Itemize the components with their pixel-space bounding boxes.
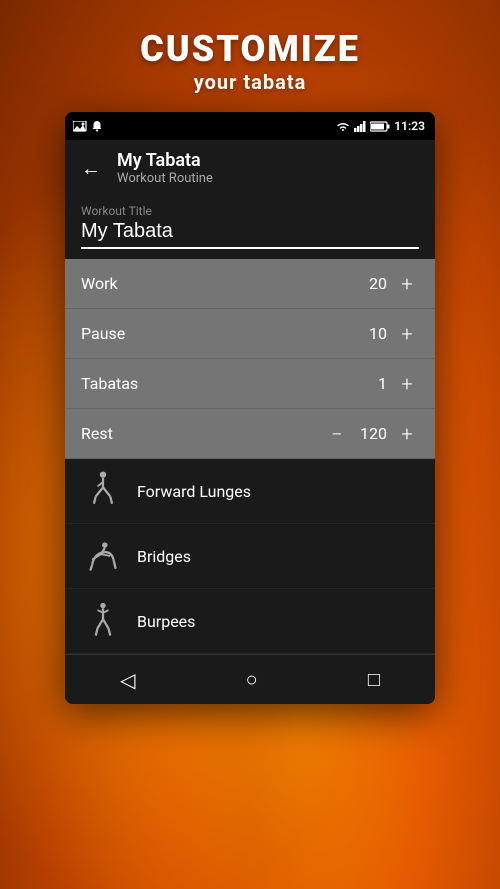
status-left-icons — [73, 120, 102, 132]
signal-icon — [354, 121, 366, 132]
pause-controls: 10 + — [357, 322, 419, 346]
work-value: 20 — [357, 274, 387, 293]
back-nav-button[interactable]: ◁ — [100, 660, 155, 700]
bridge-icon — [81, 534, 125, 578]
tabatas-value: 1 — [357, 374, 387, 393]
recents-nav-button[interactable]: □ — [348, 659, 400, 700]
burpee-icon — [81, 599, 125, 643]
work-setting-row: Work 20 + — [65, 259, 435, 309]
status-right-icons: 11:23 — [336, 119, 425, 133]
work-plus-button[interactable]: + — [395, 272, 419, 296]
hero-section: CUSTOMIZE your tabata — [0, 0, 500, 94]
settings-section: Work 20 + Pause 10 + Tabatas 1 + Rest − — [65, 259, 435, 459]
time-display: 11:23 — [394, 119, 425, 133]
lunge-icon — [81, 469, 125, 513]
work-controls: 20 + — [357, 272, 419, 296]
phone-frame: 11:23 ← My Tabata Workout Routine Workou… — [65, 112, 435, 704]
workout-title-input[interactable] — [81, 220, 419, 249]
image-status-icon — [73, 121, 87, 132]
tabatas-plus-button[interactable]: + — [395, 372, 419, 396]
list-item[interactable]: Burpees — [65, 589, 435, 654]
status-bar: 11:23 — [65, 112, 435, 140]
tabatas-controls: 1 + — [357, 372, 419, 396]
screen-title: My Tabata — [117, 150, 213, 171]
list-item[interactable]: Forward Lunges — [65, 459, 435, 524]
screen-subtitle: Workout Routine — [117, 171, 213, 186]
top-bar-titles: My Tabata Workout Routine — [117, 150, 213, 186]
exercise-name-burpees: Burpees — [137, 612, 195, 631]
battery-icon — [370, 121, 390, 132]
exercise-name-bridges: Bridges — [137, 547, 191, 566]
rest-setting-row: Rest − 120 + — [65, 409, 435, 459]
input-section: Workout Title — [65, 196, 435, 259]
notification-status-icon — [92, 120, 102, 132]
home-nav-button[interactable]: ○ — [226, 659, 278, 700]
rest-value: 120 — [357, 424, 387, 443]
bottom-navigation: ◁ ○ □ — [65, 654, 435, 704]
hero-title: CUSTOMIZE — [0, 28, 500, 70]
rest-plus-button[interactable]: + — [395, 422, 419, 446]
pause-setting-row: Pause 10 + — [65, 309, 435, 359]
exercises-section: Forward Lunges Bridge — [65, 459, 435, 654]
exercise-name-lunges: Forward Lunges — [137, 482, 251, 501]
workout-title-label: Workout Title — [81, 204, 419, 218]
pause-value: 10 — [357, 324, 387, 343]
work-label: Work — [81, 274, 118, 293]
tabatas-setting-row: Tabatas 1 + — [65, 359, 435, 409]
rest-label: Rest — [81, 424, 113, 443]
rest-controls: − 120 + — [325, 422, 419, 446]
hero-subtitle: your tabata — [0, 70, 500, 94]
list-item[interactable]: Bridges — [65, 524, 435, 589]
pause-label: Pause — [81, 324, 125, 343]
rest-minus-button[interactable]: − — [325, 422, 349, 446]
back-button[interactable]: ← — [81, 156, 101, 181]
tabatas-label: Tabatas — [81, 374, 138, 393]
wifi-icon — [336, 121, 350, 132]
top-bar: ← My Tabata Workout Routine — [65, 140, 435, 196]
pause-plus-button[interactable]: + — [395, 322, 419, 346]
